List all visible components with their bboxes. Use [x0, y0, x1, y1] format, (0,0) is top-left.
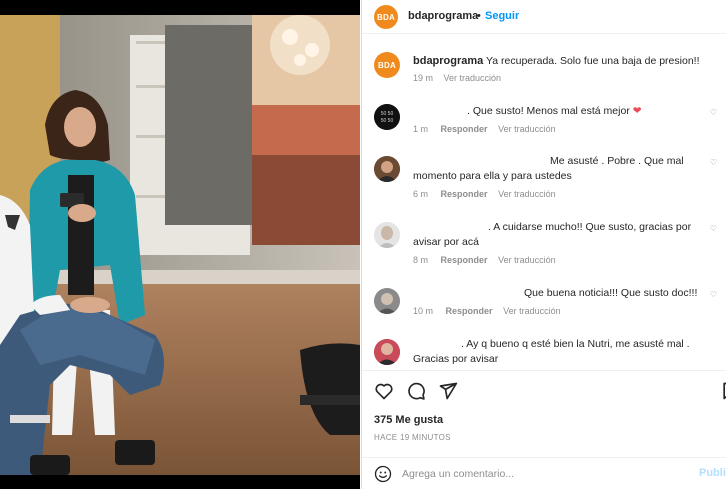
- top-black-bar: [0, 0, 360, 15]
- account-avatar[interactable]: BDA: [374, 5, 398, 29]
- bookmark-icon[interactable]: [720, 381, 726, 401]
- caption-meta: 19 m Ver traducción: [413, 73, 501, 83]
- comment-body: . Que susto! Menos mal está mejor: [467, 105, 630, 117]
- share-icon[interactable]: [438, 381, 458, 401]
- reply-button[interactable]: Responder: [441, 124, 488, 134]
- caption-body: Ya recuperada. Solo fue una baja de pres…: [486, 55, 700, 67]
- comment-like-icon[interactable]: ♡: [710, 108, 717, 117]
- comment-like-icon[interactable]: ♡: [710, 290, 717, 299]
- comment-icon[interactable]: [406, 381, 426, 401]
- comment-time: 6 m: [413, 189, 429, 199]
- logo-text: BDA: [377, 12, 395, 22]
- comment-text-line1: . Ay q bueno q esté bien la Nutri, me as…: [461, 338, 690, 350]
- comment-text-line2: avisar por acá: [413, 236, 479, 248]
- translate-button[interactable]: Ver traducción: [503, 306, 561, 316]
- post-header: BDA bdaprograma • Seguir: [362, 0, 726, 34]
- comment-like-icon[interactable]: ♡: [710, 158, 717, 167]
- svg-text:50 50: 50 50: [381, 118, 394, 124]
- commenter-avatar[interactable]: [374, 156, 400, 182]
- comment-text-line1: . A cuidarse mucho!! Que susto, gracias …: [488, 221, 692, 233]
- emoji-icon[interactable]: [374, 465, 392, 483]
- comment-text: Que buena noticia!!! Que susto doc!!!: [524, 287, 698, 299]
- bottom-black-bar: [0, 475, 360, 489]
- svg-text:50 50: 50 50: [381, 111, 394, 117]
- comment-text: . Que susto! Menos mal está mejor ❤: [467, 104, 642, 119]
- comment-text-line1: Me asusté . Pobre . Que mal: [550, 155, 684, 167]
- add-comment-bar: Publi: [362, 457, 726, 489]
- post-timestamp: HACE 19 MINUTOS: [374, 433, 451, 442]
- comment-time: 10 m: [413, 306, 434, 316]
- reply-button[interactable]: Responder: [441, 189, 488, 199]
- commenter-avatar[interactable]: 50 50 50 50: [374, 104, 400, 130]
- commenter-avatar[interactable]: [374, 288, 400, 314]
- instagram-post-window: BDA bdaprograma • Seguir BDA bdaprograma…: [0, 0, 726, 489]
- comment-time: 8 m: [413, 255, 429, 265]
- follow-button[interactable]: Seguir: [485, 10, 519, 22]
- comment-input[interactable]: [402, 466, 672, 482]
- likes-count[interactable]: 375 Me gusta: [374, 414, 443, 426]
- commenter-avatar[interactable]: [374, 222, 400, 248]
- separator-dot: •: [477, 10, 481, 22]
- publish-button[interactable]: Publi: [699, 467, 726, 479]
- post-sidebar: BDA bdaprograma • Seguir BDA bdaprograma…: [361, 0, 726, 489]
- action-bar: [362, 370, 726, 410]
- account-name[interactable]: bdaprograma: [408, 10, 478, 22]
- comment-like-icon[interactable]: ♡: [710, 224, 717, 233]
- comment-meta: 6 m Responder Ver traducción: [413, 189, 556, 199]
- comment-meta: 8 m Responder Ver traducción: [413, 255, 556, 265]
- heart-icon[interactable]: [374, 381, 394, 401]
- comment-meta: 10 m Responder Ver traducción: [413, 306, 561, 316]
- translate-button[interactable]: Ver traducción: [498, 255, 556, 265]
- caption-translate[interactable]: Ver traducción: [444, 73, 502, 83]
- reply-button[interactable]: Responder: [446, 306, 493, 316]
- reply-button[interactable]: Responder: [441, 255, 488, 265]
- comment-meta: 1 m Responder Ver traducción: [413, 124, 556, 134]
- caption-time: 19 m: [413, 73, 434, 83]
- post-photo: [0, 15, 360, 475]
- caption-text: bdaprograma Ya recuperada. Solo fue una …: [413, 54, 700, 69]
- caption-logo-text: BDA: [378, 60, 396, 70]
- comment-text-line2: Gracias por avisar: [413, 353, 499, 365]
- caption-avatar[interactable]: BDA: [374, 52, 400, 78]
- translate-button[interactable]: Ver traducción: [498, 189, 556, 199]
- comment-time: 1 m: [413, 124, 429, 134]
- red-heart-emoji: ❤: [632, 105, 642, 117]
- commenter-avatar[interactable]: [374, 339, 400, 365]
- comment-text-line2: momento para ella y para ustedes: [413, 170, 572, 182]
- caption-account[interactable]: bdaprograma: [413, 55, 483, 67]
- translate-button[interactable]: Ver traducción: [498, 124, 556, 134]
